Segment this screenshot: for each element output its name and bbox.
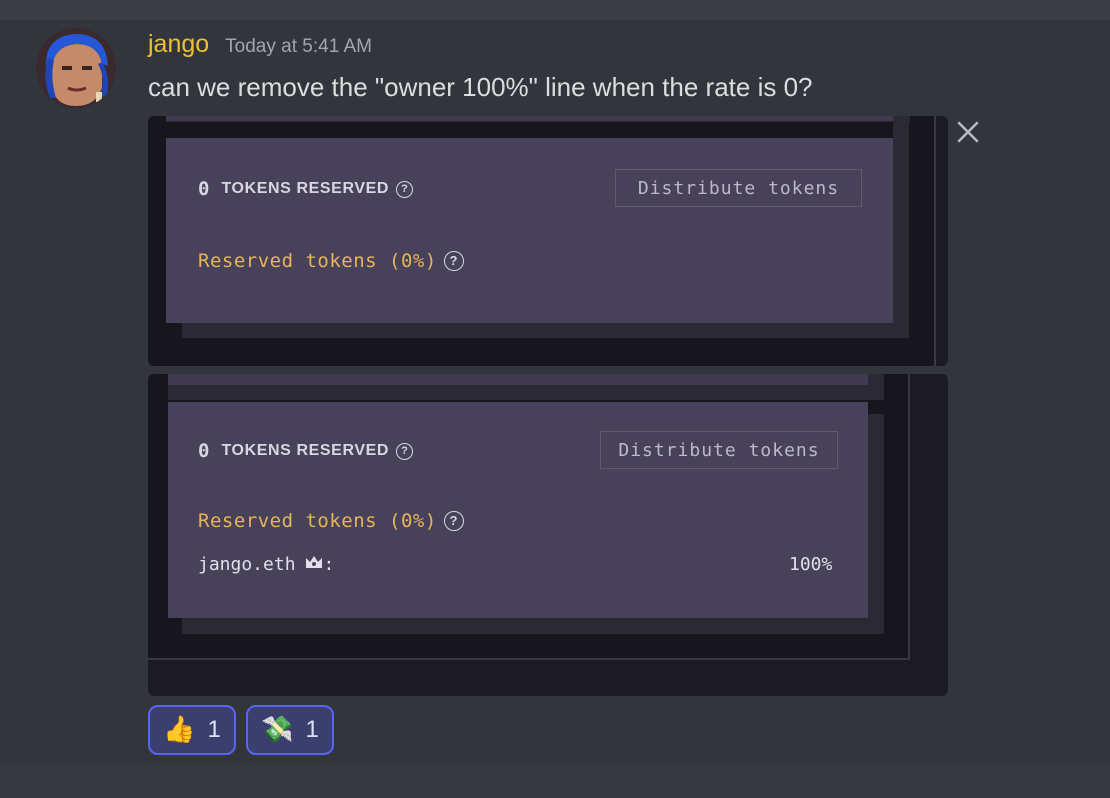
attachment-edge: [908, 374, 910, 660]
tokens-count: 0: [198, 178, 210, 200]
message-header: jango Today at 5:41 AM: [148, 30, 372, 66]
question-circle-icon[interactable]: ?: [396, 180, 414, 198]
reaction-thumbs-up[interactable]: 👍 1: [148, 705, 236, 755]
distribute-tokens-button[interactable]: Distribute tokens: [600, 431, 838, 469]
panel-side-shadow: [868, 414, 884, 634]
tokens-reserved-row: 0 TOKENS RESERVED ?: [198, 178, 414, 200]
distribute-tokens-button[interactable]: Distribute tokens: [615, 169, 862, 207]
reaction-count: 1: [305, 716, 319, 743]
close-icon[interactable]: [953, 117, 983, 147]
owner-suffix: :: [323, 554, 335, 575]
panel-bottom-shadow: [182, 618, 884, 634]
attachment-image-2[interactable]: 0 TOKENS RESERVED ? Distribute tokens Re…: [148, 374, 948, 696]
attachment-edge: [934, 116, 936, 366]
money-icon: 💸: [261, 715, 294, 745]
avatar[interactable]: [36, 28, 116, 108]
panel-bottom-shadow: [182, 322, 909, 338]
owner-name[interactable]: jango.eth: [198, 554, 296, 575]
timestamp[interactable]: Today at 5:41 AM: [225, 36, 372, 58]
panel-side-shadow: [893, 116, 909, 338]
thumbs-up-icon: 👍: [163, 715, 196, 745]
attachment-image-1[interactable]: 0 TOKENS RESERVED ? Distribute tokens Re…: [148, 116, 948, 366]
question-circle-icon[interactable]: ?: [443, 251, 464, 271]
question-circle-icon[interactable]: ?: [443, 511, 464, 531]
channel-top-band: [0, 0, 1110, 20]
username[interactable]: jango: [148, 30, 209, 59]
reserved-panel: 0 TOKENS RESERVED ? Distribute tokens Re…: [166, 138, 893, 323]
message-text: can we remove the "owner 100%" line when…: [148, 72, 813, 102]
reserved-tokens-line: Reserved tokens (0%) ?: [198, 510, 464, 532]
channel-bottom-band: [0, 764, 1110, 798]
attachment-edge-bottom: [148, 658, 910, 660]
owner-row: jango.eth :: [198, 554, 334, 575]
reserved-tokens-line: Reserved tokens (0%) ?: [198, 250, 464, 272]
panel-top-bar: [168, 374, 868, 385]
reserved-tokens-label: Reserved tokens (0%): [198, 250, 437, 272]
crown-icon: [304, 554, 324, 575]
reaction-count: 1: [207, 716, 221, 743]
reserved-tokens-label: Reserved tokens (0%): [198, 510, 437, 532]
tokens-label: TOKENS RESERVED: [221, 442, 390, 459]
reserved-panel: 0 TOKENS RESERVED ? Distribute tokens Re…: [168, 402, 868, 618]
tokens-count: 0: [198, 440, 210, 462]
owner-percent: 100%: [789, 554, 833, 575]
reaction-money[interactable]: 💸 1: [246, 705, 334, 755]
panel-top-bar: [166, 116, 893, 121]
tokens-label: TOKENS RESERVED: [221, 180, 390, 197]
tokens-reserved-row: 0 TOKENS RESERVED ?: [198, 440, 414, 462]
question-circle-icon[interactable]: ?: [396, 442, 414, 460]
